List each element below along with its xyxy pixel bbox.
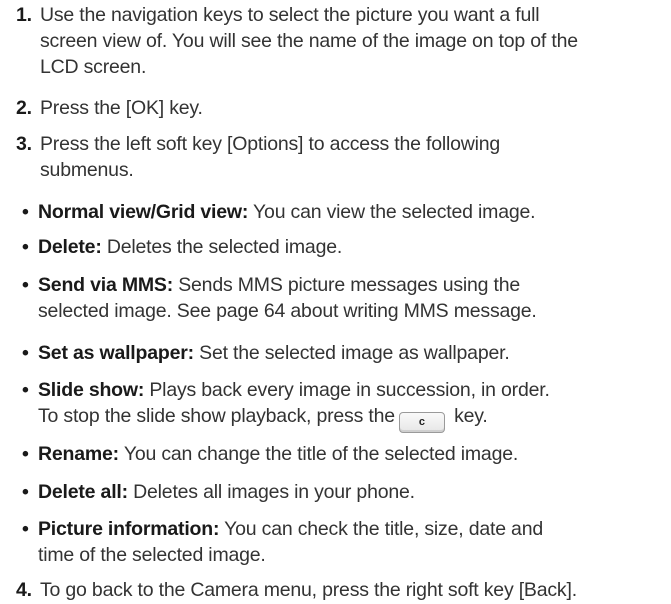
submenu-term: Set as wallpaper: (38, 342, 194, 364)
step-text: Use the navigation keys to select the pi… (40, 4, 578, 78)
bullet-dot: • (22, 443, 29, 465)
step-2: 2. Press the [OK] key. (16, 95, 656, 121)
step-number: 2. (16, 97, 32, 119)
submenu-delete-all: • Delete all: Deletes all images in your… (22, 479, 662, 505)
submenu-rename: • Rename: You can change the title of th… (22, 441, 662, 467)
submenu-set-as-wallpaper: • Set as wallpaper: Set the selected ima… (22, 340, 662, 366)
submenu-desc-after: key. (448, 405, 488, 427)
step-number: 4. (16, 579, 32, 601)
submenu-term: Normal view/Grid view: (38, 201, 249, 223)
bullet-dot: • (22, 342, 29, 364)
step-1: 1. Use the navigation keys to select the… (16, 2, 656, 80)
bullet-dot: • (22, 236, 29, 258)
submenu-term: Delete all: (38, 481, 128, 503)
bullet-dot: • (22, 518, 29, 540)
submenu-slide-show: • Slide show: Plays back every image in … (22, 377, 662, 433)
submenu-send-via-mms: • Send via MMS: Sends MMS picture messag… (22, 272, 662, 324)
step-4: 4. To go back to the Camera menu, press … (16, 577, 656, 603)
bullet-dot: • (22, 201, 29, 223)
c-key-icon: c (398, 412, 445, 433)
bullet-dot: • (22, 379, 29, 401)
manual-page: 1. Use the navigation keys to select the… (0, 0, 671, 604)
submenu-term: Slide show: (38, 379, 145, 401)
step-text: Press the left soft key [Options] to acc… (40, 133, 501, 181)
submenu-term: Rename: (38, 443, 119, 465)
bullet-dot: • (22, 274, 29, 296)
step-number: 3. (16, 133, 32, 155)
submenu-desc: Set the selected image as wallpaper. (193, 342, 510, 364)
submenu-desc: Deletes the selected image. (101, 236, 343, 258)
submenu-normal-view: • Normal view/Grid view: You can view th… (22, 199, 662, 225)
step-text: Press the [OK] key. (40, 97, 203, 119)
submenu-desc: You can change the title of the selected… (118, 443, 519, 465)
step-text: To go back to the Camera menu, press the… (40, 579, 577, 601)
step-number: 1. (16, 4, 32, 26)
submenu-term: Send via MMS: (38, 274, 174, 296)
submenu-desc: You can view the selected image. (248, 201, 536, 223)
submenu-term: Delete: (38, 236, 102, 258)
submenu-term: Picture information: (38, 518, 220, 540)
bullet-dot: • (22, 481, 29, 503)
step-3: 3. Press the left soft key [Options] to … (16, 131, 656, 183)
submenu-picture-information: • Picture information: You can check the… (22, 516, 662, 568)
submenu-delete: • Delete: Deletes the selected image. (22, 234, 662, 260)
submenu-desc: Deletes all images in your phone. (127, 481, 415, 503)
